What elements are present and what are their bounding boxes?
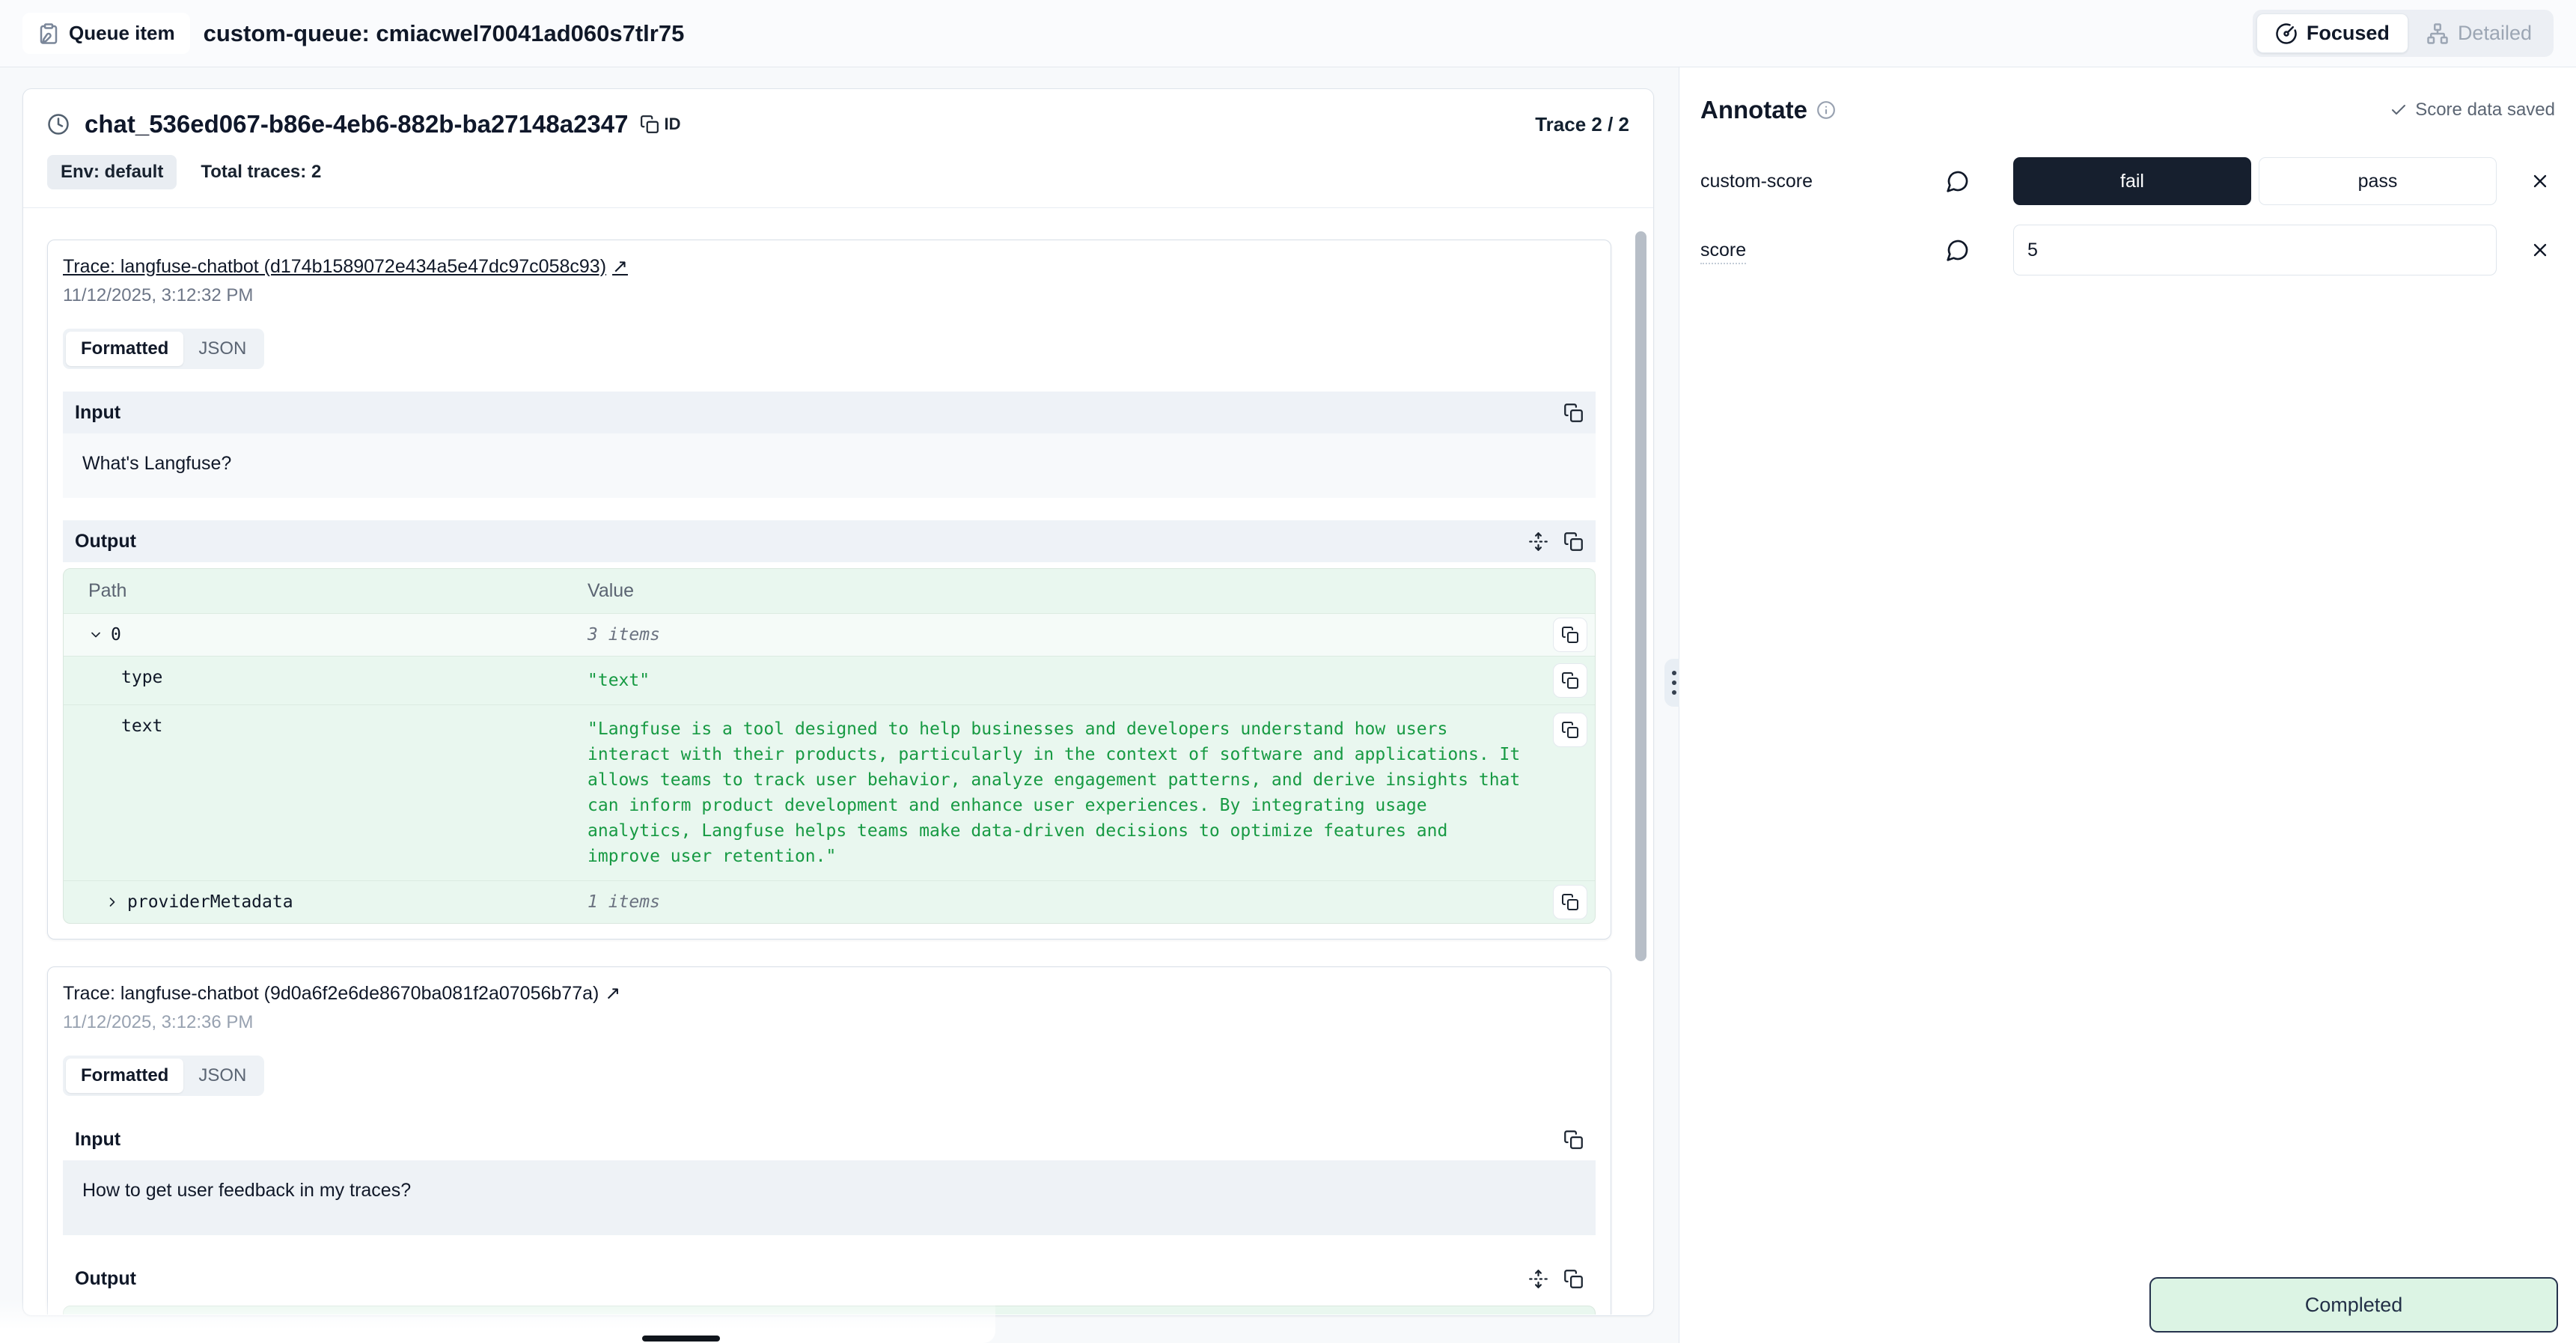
tab-formatted-2[interactable]: Formatted [66, 1059, 183, 1093]
format-toggle-1: Formatted JSON [63, 329, 264, 369]
tab-formatted-1[interactable]: Formatted [66, 332, 183, 366]
score-option-fail-button[interactable]: fail [2013, 157, 2251, 205]
score-option-pass-button[interactable]: pass [2259, 157, 2497, 205]
table-row: 0 3 items [64, 614, 1595, 657]
copy-row-button[interactable] [1553, 663, 1587, 698]
comment-icon[interactable] [1946, 169, 1991, 193]
row-path: 0 [111, 625, 121, 645]
detailed-view-button[interactable]: Detailed [2408, 14, 2550, 52]
score-name-label: custom-score [1700, 171, 1946, 192]
input-text-2: How to get user feedback in my traces? [63, 1160, 1596, 1235]
trace-card-1: Trace: langfuse-chatbot (d174b1589072e43… [47, 240, 1611, 940]
table-row: providerMetadata 1 items [64, 881, 1595, 923]
copy-row-button[interactable] [1553, 713, 1587, 747]
row-path: text [121, 716, 162, 736]
external-link-icon: ↗ [612, 255, 628, 278]
queue-item-badge-label: Queue item [69, 22, 175, 45]
output-json-table-2: Path Value 0 3 items [63, 1306, 1596, 1315]
score-row-score: score [1700, 225, 2555, 275]
chevron-right-icon[interactable] [105, 895, 120, 910]
trace-link-1[interactable]: Trace: langfuse-chatbot (d174b1589072e43… [63, 255, 628, 278]
input-section-header-2: Input [63, 1118, 1596, 1160]
save-status: Score data saved [2390, 100, 2555, 121]
tree-view-icon [2426, 22, 2449, 45]
row-path: providerMetadata [127, 892, 293, 912]
annotate-title: Annotate [1700, 96, 1807, 124]
output-section-header-1: Output [63, 520, 1596, 562]
format-toggle-2: Formatted JSON [63, 1056, 264, 1096]
completed-button[interactable]: Completed [2149, 1277, 2558, 1333]
copy-id-icon[interactable] [640, 115, 659, 134]
row-value: 1 items [587, 892, 660, 912]
total-traces: Total traces: 2 [201, 162, 321, 183]
path-column-header: Path [64, 580, 587, 602]
traces-scroll-area: Trace: langfuse-chatbot (d174b1589072e43… [23, 213, 1653, 1315]
input-text-1: What's Langfuse? [63, 433, 1596, 498]
focused-view-button[interactable]: Focused [2256, 13, 2408, 53]
comment-icon[interactable] [1946, 238, 1991, 262]
save-status-label: Score data saved [2415, 100, 2555, 121]
copy-row-button[interactable] [1553, 885, 1587, 919]
chat-title: chat_536ed067-b86e-4eb6-882b-ba27148a234… [85, 110, 628, 138]
score-row-custom-score: custom-score fail pass [1700, 157, 2555, 205]
value-column-header: Value [587, 580, 1595, 602]
tab-json-2[interactable]: JSON [183, 1059, 261, 1093]
trace-link-2[interactable]: Trace: langfuse-chatbot (9d0a6f2e6de8670… [63, 982, 620, 1005]
input-section-header-1: Input [63, 392, 1596, 433]
table-header-row: Path Value [64, 1306, 1595, 1315]
horizontal-scrollbar-thumb[interactable] [642, 1336, 720, 1342]
focused-view-label: Focused [2307, 22, 2390, 45]
chevron-down-icon[interactable] [88, 627, 103, 642]
clipboard-pen-icon [37, 22, 60, 45]
trace-card-2: Trace: langfuse-chatbot (9d0a6f2e6de8670… [47, 966, 1611, 1315]
output-json-table-1: Path Value 0 3 items typ [63, 568, 1596, 924]
info-icon[interactable] [1816, 100, 1836, 120]
table-header-row: Path Value [64, 569, 1595, 614]
row-value: 3 items [587, 625, 660, 645]
tab-json-1[interactable]: JSON [183, 332, 261, 366]
output-section-header-2: Output [63, 1258, 1596, 1300]
clock-icon [47, 113, 70, 135]
copy-row-button[interactable] [1553, 618, 1587, 652]
check-icon [2390, 101, 2408, 119]
copy-input-icon-1[interactable] [1563, 403, 1584, 423]
queue-item-badge: Queue item [22, 13, 190, 54]
top-bar: Queue item custom-queue: cmiacwel70041ad… [0, 0, 2576, 67]
table-row: type "text" [64, 657, 1595, 705]
row-value: "Langfuse is a tool designed to help bus… [587, 719, 1520, 866]
vertical-scrollbar-thumb[interactable] [1635, 231, 1646, 961]
trace-timestamp-2: 11/12/2025, 3:12:36 PM [63, 1012, 1596, 1033]
score-value-input[interactable] [2013, 225, 2497, 275]
panel-header: chat_536ed067-b86e-4eb6-882b-ba27148a234… [23, 89, 1653, 208]
queue-title: custom-queue: cmiacwel70041ad060s7tlr75 [204, 20, 685, 47]
expand-output-icon-2[interactable] [1528, 1269, 1548, 1289]
score-name-label: score [1700, 240, 1946, 261]
input-label-2: Input [75, 1129, 120, 1151]
table-row: text "Langfuse is a tool designed to hel… [64, 705, 1595, 881]
output-label-2: Output [75, 1268, 136, 1290]
row-path: type [121, 668, 162, 687]
output-label-1: Output [75, 531, 136, 552]
row-value: "text" [587, 671, 650, 690]
detailed-view-label: Detailed [2458, 22, 2532, 45]
view-toggle: Focused Detailed [2253, 10, 2554, 57]
copy-output-icon-2[interactable] [1563, 1269, 1584, 1289]
expand-output-icon-1[interactable] [1528, 532, 1548, 552]
delete-score-icon[interactable] [2525, 235, 2555, 265]
copy-output-icon-1[interactable] [1563, 532, 1584, 552]
trace-timestamp-1: 11/12/2025, 3:12:32 PM [63, 285, 1596, 306]
queue-item-panel: chat_536ed067-b86e-4eb6-882b-ba27148a234… [22, 88, 1654, 1316]
external-link-icon: ↗ [605, 982, 620, 1005]
env-badge: Env: default [47, 155, 177, 189]
trace-counter: Trace 2 / 2 [1535, 113, 1629, 136]
delete-score-icon[interactable] [2525, 166, 2555, 196]
copy-input-icon-2[interactable] [1563, 1130, 1584, 1150]
input-label-1: Input [75, 402, 120, 424]
annotate-panel: Annotate Score data saved custom-score f… [1679, 67, 2576, 1343]
id-label: ID [664, 115, 680, 134]
gauge-icon [2275, 22, 2298, 45]
